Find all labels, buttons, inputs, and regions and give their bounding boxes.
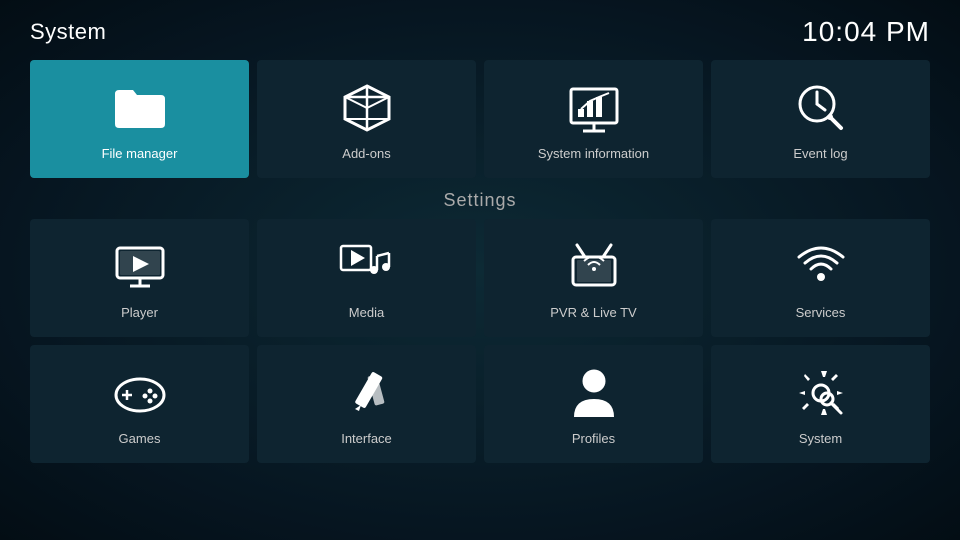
settings-row-1: Player Media <box>0 219 960 337</box>
tile-system-information[interactable]: System information <box>484 60 703 178</box>
system-icon <box>793 365 849 421</box>
tile-profiles[interactable]: Profiles <box>484 345 703 463</box>
top-row: File manager Add-ons <box>0 60 960 178</box>
tile-add-ons[interactable]: Add-ons <box>257 60 476 178</box>
tile-services[interactable]: Services <box>711 219 930 337</box>
tile-file-manager-label: File manager <box>102 146 178 161</box>
settings-heading: Settings <box>0 178 960 219</box>
tile-pvr-live-tv-label: PVR & Live TV <box>550 305 636 320</box>
media-icon <box>339 239 395 295</box>
games-icon <box>112 365 168 421</box>
tile-media-label: Media <box>349 305 384 320</box>
clock: 10:04 PM <box>802 16 930 48</box>
tile-profiles-label: Profiles <box>572 431 615 446</box>
tile-file-manager[interactable]: File manager <box>30 60 249 178</box>
tile-system-information-label: System information <box>538 146 649 161</box>
interface-icon <box>339 365 395 421</box>
tile-media[interactable]: Media <box>257 219 476 337</box>
tile-event-log[interactable]: Event log <box>711 60 930 178</box>
tile-event-log-label: Event log <box>793 146 847 161</box>
pvr-live-tv-icon <box>566 239 622 295</box>
profiles-icon <box>566 365 622 421</box>
tile-system-label: System <box>799 431 842 446</box>
system-information-icon <box>566 80 622 136</box>
event-log-icon <box>793 80 849 136</box>
tile-games-label: Games <box>119 431 161 446</box>
settings-row-2: Games Interface <box>0 345 960 463</box>
tile-interface-label: Interface <box>341 431 392 446</box>
tile-add-ons-label: Add-ons <box>342 146 390 161</box>
page-title: System <box>30 19 106 45</box>
header: System 10:04 PM <box>0 0 960 56</box>
tile-player[interactable]: Player <box>30 219 249 337</box>
tile-pvr-live-tv[interactable]: PVR & Live TV <box>484 219 703 337</box>
player-icon <box>112 239 168 295</box>
tile-player-label: Player <box>121 305 158 320</box>
add-ons-icon <box>339 80 395 136</box>
services-icon <box>793 239 849 295</box>
tile-services-label: Services <box>796 305 846 320</box>
tile-games[interactable]: Games <box>30 345 249 463</box>
tile-system[interactable]: System <box>711 345 930 463</box>
file-manager-icon <box>112 80 168 136</box>
tile-interface[interactable]: Interface <box>257 345 476 463</box>
